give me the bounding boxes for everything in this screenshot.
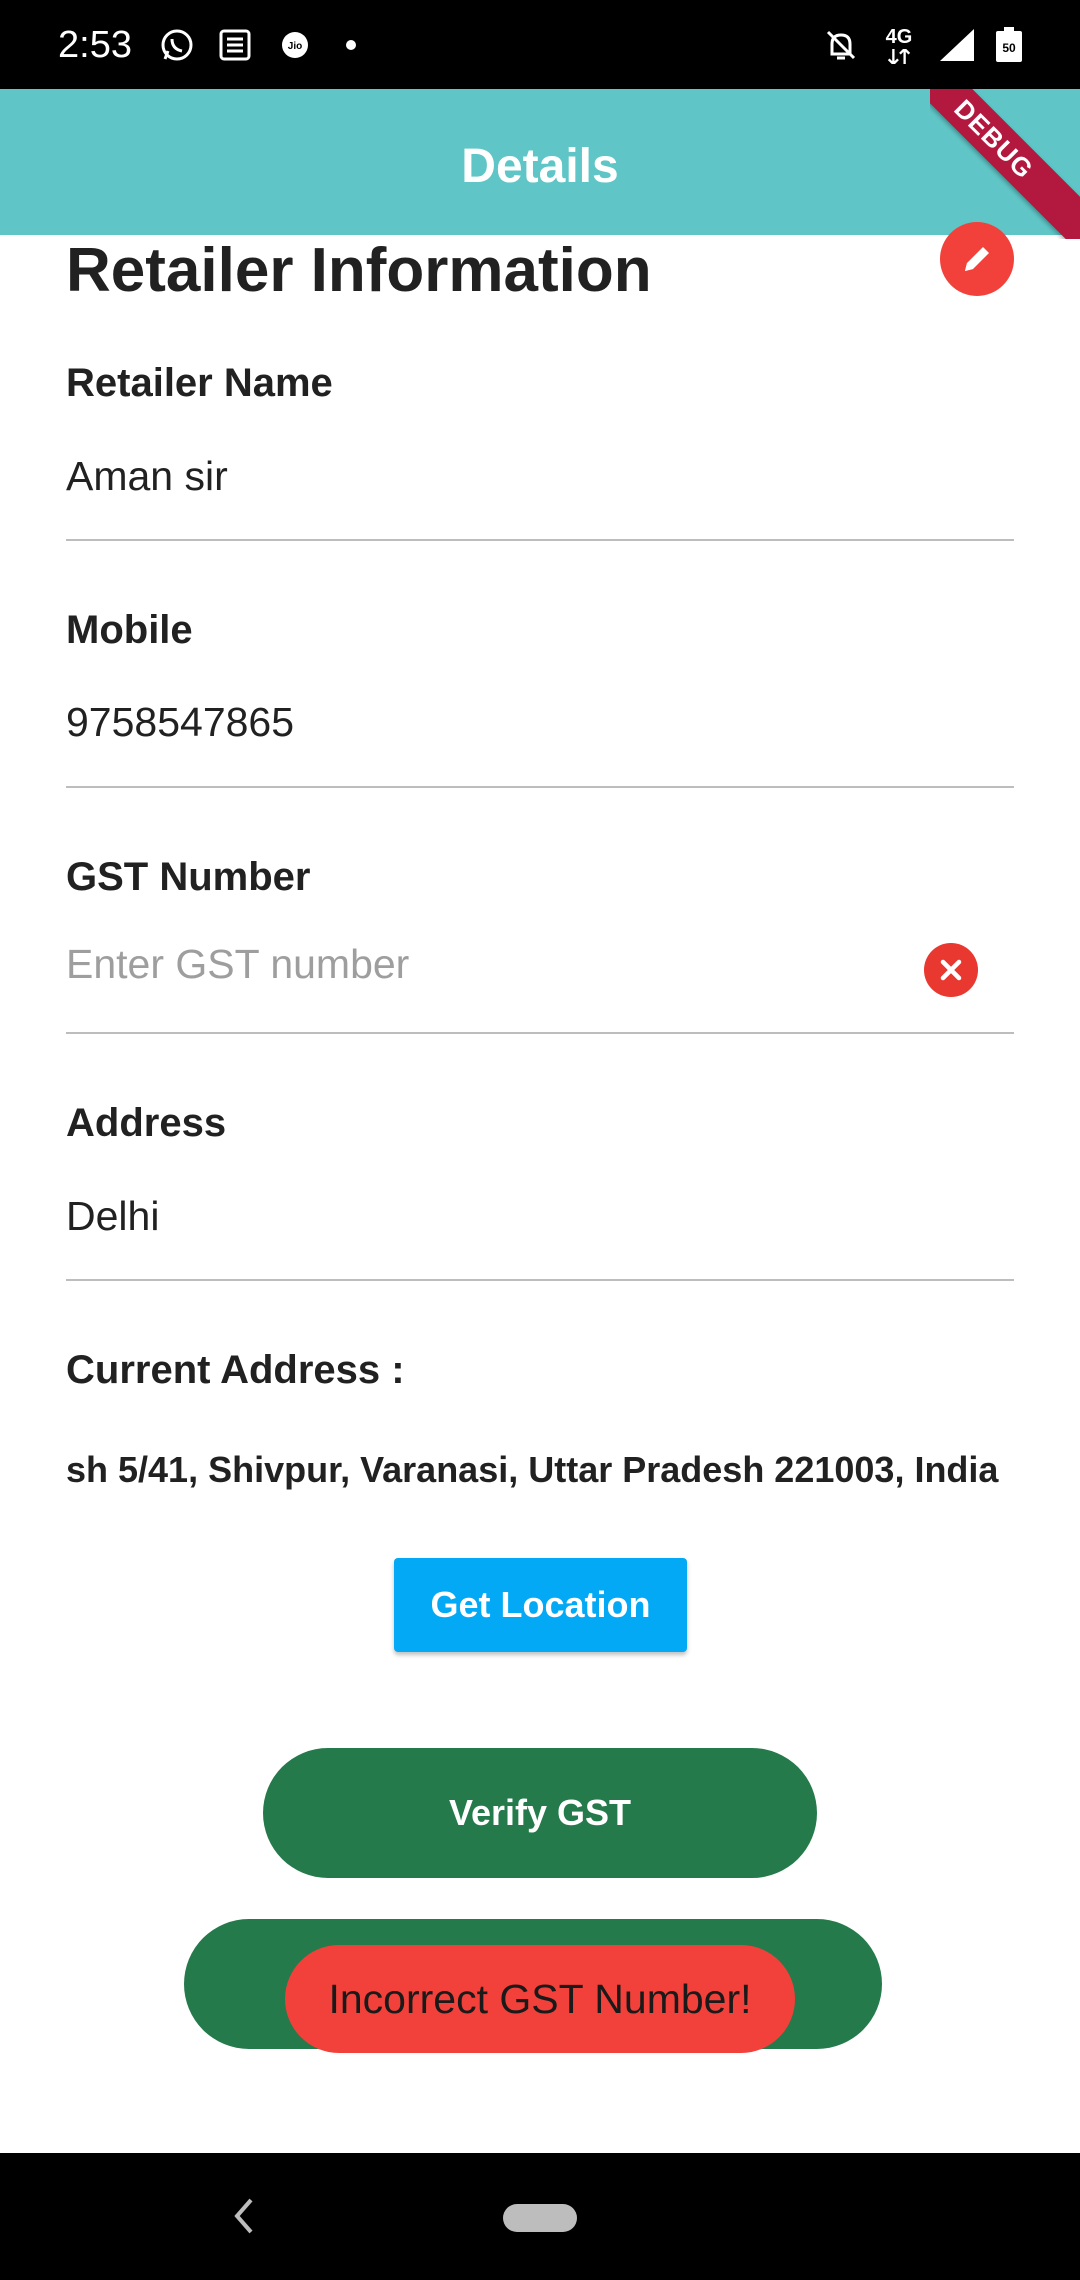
error-toast: Incorrect GST Number! [285, 1945, 795, 2053]
mobile-field[interactable]: 9758547865 [66, 698, 294, 746]
current-address-value: sh 5/41, Shivpur, Varanasi, Uttar Prades… [66, 1449, 999, 1490]
gst-number-label: GST Number [66, 855, 311, 899]
navigation-bar [0, 2153, 1080, 2280]
address-underline [66, 1279, 1014, 1281]
retailer-name-label: Retailer Name [66, 361, 333, 405]
signal-icon [938, 26, 976, 64]
verify-gst-button[interactable]: Verify GST [263, 1748, 817, 1878]
app-bar: Details [0, 89, 1080, 235]
gst-number-underline [66, 1032, 1014, 1034]
svg-text:50: 50 [1002, 41, 1016, 55]
news-icon [216, 26, 254, 64]
mobile-label: Mobile [66, 608, 193, 652]
page-title: Details [461, 140, 619, 193]
pencil-icon [965, 247, 989, 271]
current-address-label: Current Address : [66, 1348, 405, 1392]
gst-number-input[interactable]: Enter GST number [66, 940, 409, 988]
battery-icon: 50 [990, 26, 1028, 64]
svg-text:Jio: Jio [288, 41, 302, 52]
status-time: 2:53 [58, 24, 132, 66]
retailer-name-underline [66, 539, 1014, 541]
network-4g-icon: 4G [880, 26, 918, 64]
address-field[interactable]: Delhi [66, 1192, 159, 1240]
get-location-button[interactable]: Get Location [394, 1558, 687, 1652]
edit-button[interactable] [940, 222, 1014, 296]
more-notifications-dot [346, 40, 356, 50]
status-bar: 2:53 Jio 4G 50 [0, 0, 1080, 89]
whatsapp-icon [158, 26, 196, 64]
mobile-underline [66, 786, 1014, 788]
clear-gst-icon[interactable] [924, 943, 978, 997]
details-screen: 2:53 Jio 4G 50 Details DEBUG Retailer In… [0, 0, 1080, 2280]
debug-label: DEBUG [930, 89, 1080, 239]
debug-banner: DEBUG [930, 89, 1080, 239]
address-label: Address [66, 1101, 227, 1145]
section-title: Retailer Information [66, 236, 652, 305]
notifications-off-icon [822, 26, 860, 64]
home-button[interactable] [503, 2204, 577, 2232]
jio-icon: Jio [276, 26, 314, 64]
retailer-name-field[interactable]: Aman sir [66, 452, 228, 500]
back-icon[interactable] [228, 2193, 258, 2239]
